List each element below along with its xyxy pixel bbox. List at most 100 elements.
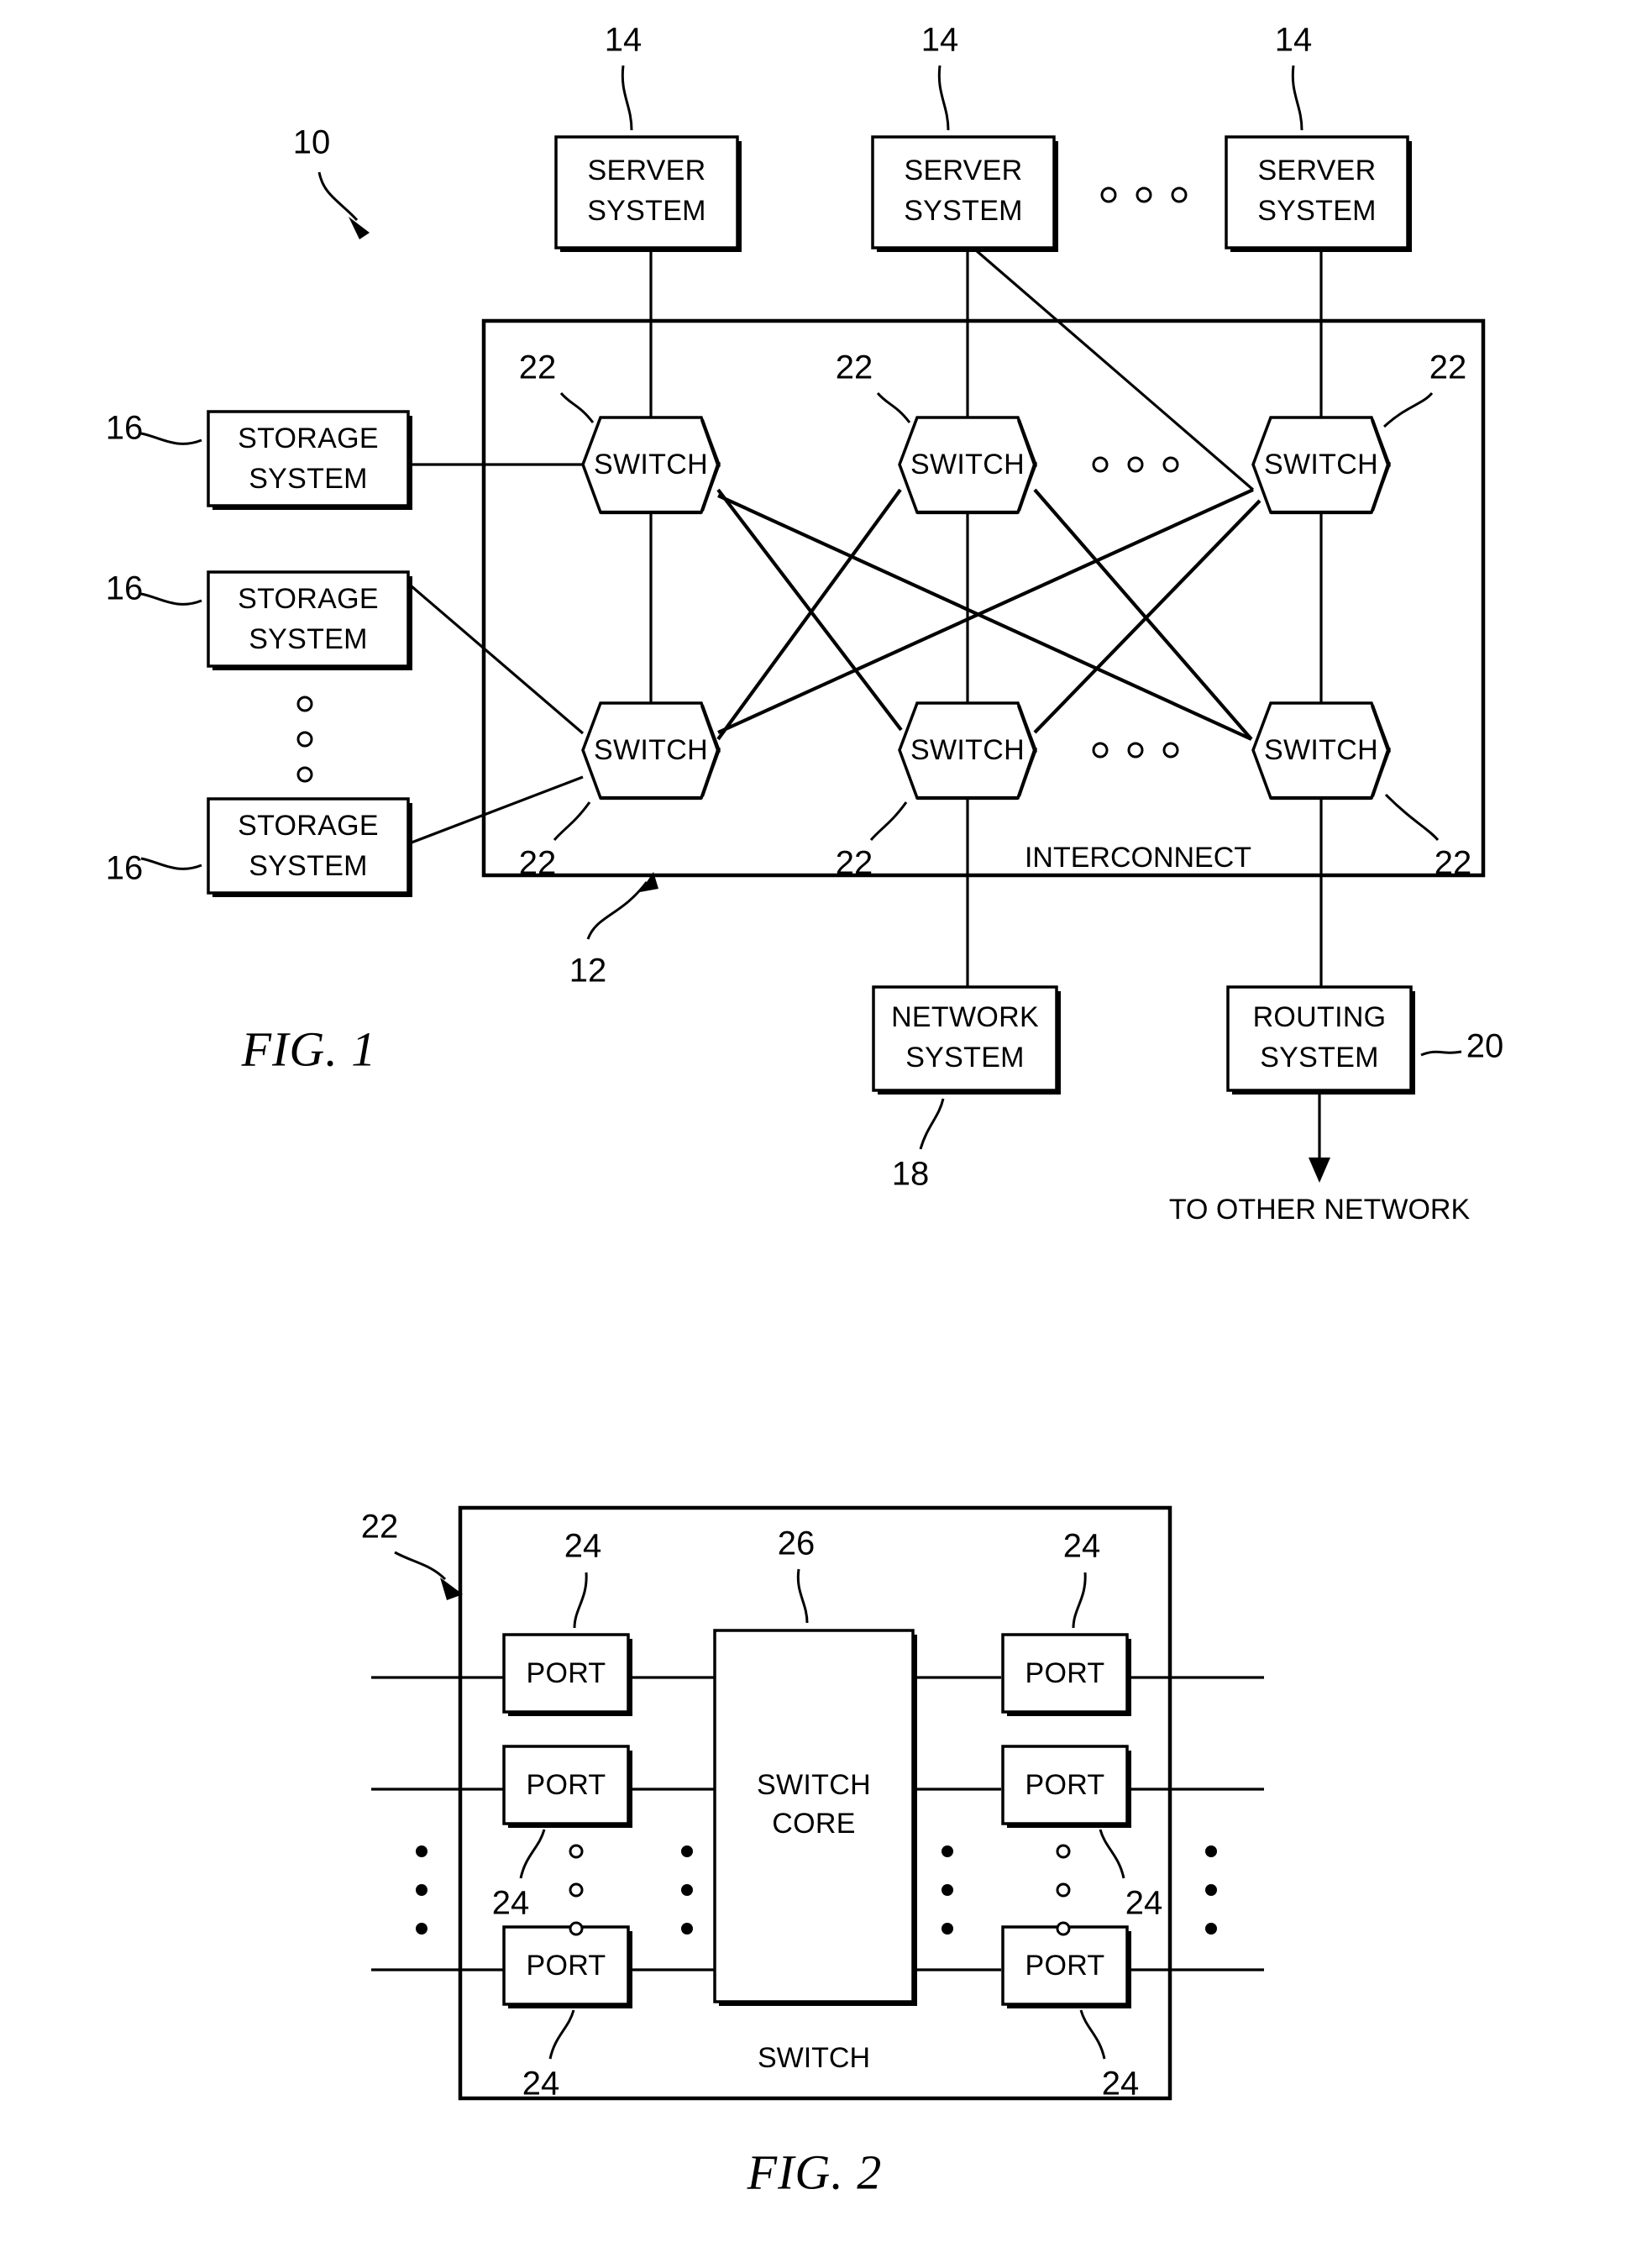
switch-core-label-line2: CORE	[772, 1808, 855, 1840]
server-system-label-line2: SYSTEM	[904, 195, 1023, 227]
routing-system-label-line2: SYSTEM	[1260, 1042, 1379, 1074]
server-system-label-line2: SYSTEM	[1257, 195, 1377, 227]
port-box-right-3: PORT	[1001, 1925, 1131, 2008]
fig2-switch-label: SWITCH	[758, 2042, 870, 2074]
switch-label: SWITCH	[1264, 449, 1378, 480]
ref-20: 20	[1466, 1028, 1504, 1065]
ref-16-2: 16	[106, 570, 144, 607]
port-box-left-2: PORT	[502, 1745, 632, 1828]
routing-system-label-line1: ROUTING	[1253, 1001, 1387, 1033]
switch-hex-top-3: SWITCH	[1251, 416, 1391, 515]
ref-12: 12	[569, 953, 607, 990]
switch-label: SWITCH	[910, 734, 1025, 766]
fig2-ref-26: 26	[778, 1525, 816, 1562]
fig2-ref-24-leader-r1	[1072, 1572, 1087, 1629]
routing-system-box: ROUTING SYSTEM	[1226, 985, 1415, 1095]
port-label: PORT	[1025, 1657, 1104, 1689]
network-system-label-line1: NETWORK	[891, 1001, 1039, 1033]
storage-system-label-line1: STORAGE	[238, 583, 379, 615]
storage-system-label-line2: SYSTEM	[249, 850, 368, 882]
ref-22-t3: 22	[1429, 349, 1467, 386]
ref-22-leader-t2	[876, 392, 911, 423]
server-ellipsis	[1100, 186, 1188, 203]
server-system-label-line1: SERVER	[587, 155, 705, 186]
ref-22-b1: 22	[519, 845, 557, 882]
port-box-left-1: PORT	[502, 1633, 632, 1716]
ref-22-leader-t3	[1382, 391, 1434, 428]
switch-bottom-ellipsis	[1092, 742, 1179, 759]
ref-14-3: 14	[1275, 22, 1313, 59]
fig2-ref-24-r2: 24	[1125, 1885, 1163, 1922]
fig2-ref-24-leader-r2	[1099, 1829, 1125, 1879]
ref-18-leader	[919, 1098, 945, 1150]
server-system-box-3: SERVER SYSTEM	[1225, 135, 1412, 252]
fig2-ref-26-leader	[796, 1568, 809, 1624]
storage-system-label-line1: STORAGE	[238, 423, 379, 454]
switch-hex-bottom-1: SWITCH	[581, 701, 721, 801]
fig2-ref-24-leader-l1	[573, 1572, 588, 1629]
to-other-network-label: TO OTHER NETWORK	[1169, 1194, 1471, 1226]
server-system-label-line2: SYSTEM	[587, 195, 706, 227]
port-label: PORT	[1025, 1769, 1104, 1801]
fig2-ref-24-leader-l2	[519, 1829, 546, 1879]
interconnect-label: INTERCONNECT	[1025, 842, 1251, 874]
port-label: PORT	[526, 1657, 606, 1689]
fig2-ellipsis-right-outer	[1205, 1845, 1217, 1935]
storage-system-box-2: STORAGE SYSTEM	[207, 570, 412, 670]
ref-22-b3: 22	[1435, 845, 1472, 882]
fig1-caption: FIG. 1	[241, 1021, 377, 1076]
figures-canvas: INTERCONNECT 12 10 SERVER SYSTEM 14 SERV…	[106, 22, 1504, 2200]
fig2-ref-24-l1: 24	[564, 1528, 602, 1565]
switch-top-ellipsis	[1092, 456, 1179, 473]
ref-10: 10	[293, 124, 331, 161]
fig2-ref-24-leader-r3	[1079, 2009, 1106, 2060]
fig2-ellipsis-left-outer	[416, 1845, 427, 1935]
server-system-box-1: SERVER SYSTEM	[554, 135, 742, 252]
switch-core-box: SWITCH CORE	[713, 1629, 917, 2006]
storage-system-label-line1: STORAGE	[238, 810, 379, 842]
fig2-ref-22: 22	[361, 1509, 399, 1546]
ref-22-leader-b3	[1384, 793, 1440, 841]
fig2-ellipsis-left-mid	[681, 1845, 693, 1935]
ref-14-leader-2	[937, 65, 950, 131]
fig2-ellipsis-right-inner-open	[1056, 1844, 1071, 1936]
storage-system-label-line2: SYSTEM	[249, 623, 368, 655]
switch-label: SWITCH	[1264, 734, 1378, 766]
port-label: PORT	[1025, 1950, 1104, 1982]
port-box-left-3: PORT	[502, 1925, 632, 2008]
port-label: PORT	[526, 1950, 606, 1982]
server-system-label-line1: SERVER	[1257, 155, 1376, 186]
ref-22-leader-t1	[559, 392, 595, 423]
ref-18: 18	[892, 1156, 930, 1193]
ref-12-leader	[586, 881, 648, 940]
ref-16-3: 16	[106, 850, 144, 887]
network-system-label-line2: SYSTEM	[905, 1042, 1025, 1074]
switch-label: SWITCH	[594, 734, 708, 766]
switch-core-label-line1: SWITCH	[757, 1769, 871, 1801]
ref-14-leader-1	[621, 65, 633, 131]
ref-22-t2: 22	[836, 349, 873, 386]
ref-20-leader	[1420, 1050, 1462, 1057]
ref-16-1: 16	[106, 410, 144, 447]
port-box-right-1: PORT	[1001, 1633, 1131, 1716]
switch-hex-bottom-2: SWITCH	[898, 701, 1037, 801]
port-box-right-2: PORT	[1001, 1745, 1131, 1828]
switch-hex-top-2: SWITCH	[898, 416, 1037, 515]
fig2-ref-24-r1: 24	[1063, 1528, 1101, 1565]
fig2-ellipsis-right-mid	[942, 1845, 953, 1935]
server-system-label-line1: SERVER	[904, 155, 1022, 186]
storage-system-label-line2: SYSTEM	[249, 463, 368, 495]
fig2-ref-24-l2: 24	[492, 1885, 530, 1922]
ref-10-leader	[317, 171, 359, 222]
switch-label: SWITCH	[594, 449, 708, 480]
network-system-box: NETWORK SYSTEM	[872, 985, 1061, 1095]
ref-16-leader-2	[140, 592, 202, 606]
ref-22-t1: 22	[519, 349, 557, 386]
ref-22-leader-b2	[869, 801, 908, 841]
fig2-ref-22-leader	[394, 1551, 447, 1581]
fig2-ref-24-r3: 24	[1102, 2066, 1140, 2103]
routing-output-arrowhead	[1309, 1158, 1330, 1183]
storage-system-box-3: STORAGE SYSTEM	[207, 797, 412, 897]
storage-ellipsis	[296, 696, 313, 783]
switch-label: SWITCH	[910, 449, 1025, 480]
